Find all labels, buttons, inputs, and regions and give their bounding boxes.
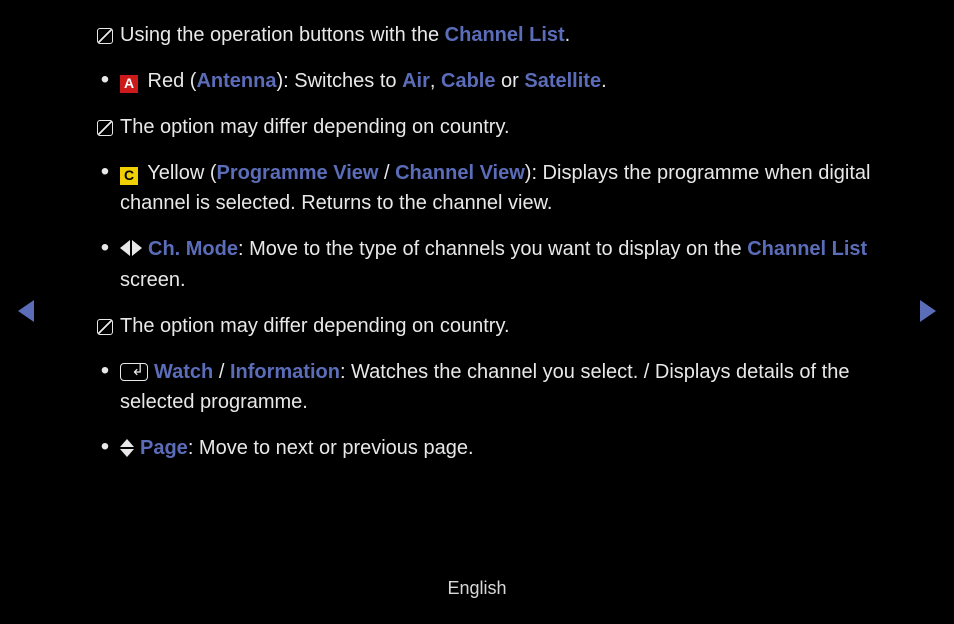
text: ): Switches to <box>276 70 402 92</box>
text: or <box>495 70 524 92</box>
text: : Move to next or previous page. <box>188 437 474 459</box>
highlight-term: Air <box>402 70 430 92</box>
help-line-text: Ch. Mode: Move to the type of channels y… <box>120 234 894 295</box>
help-line-text: C Yellow (Programme View / Channel View)… <box>120 158 894 218</box>
help-content: Using the operation buttons with the Cha… <box>0 0 954 463</box>
up-down-arrow-icon <box>120 439 134 457</box>
text: screen. <box>120 269 186 291</box>
highlight-term: Page <box>140 437 188 459</box>
bullet-icon <box>90 158 120 218</box>
help-line-text: Page: Move to next or previous page. <box>120 433 894 463</box>
yellow-button-icon: C <box>120 167 138 185</box>
help-line-text: Watch / Information: Watches the channel… <box>120 357 894 417</box>
help-line-text: Using the operation buttons with the Cha… <box>120 20 894 50</box>
note-icon <box>97 319 113 335</box>
nav-prev-button[interactable] <box>18 300 34 322</box>
nav-next-button[interactable] <box>920 300 936 322</box>
help-line: Page: Move to next or previous page. <box>90 433 894 463</box>
highlight-term: Channel List <box>445 24 565 46</box>
highlight-term: Satellite <box>524 70 601 92</box>
text: Yellow ( <box>142 162 217 184</box>
text: The option may differ depending on count… <box>120 116 510 138</box>
text: , <box>430 70 441 92</box>
help-line: C Yellow (Programme View / Channel View)… <box>90 158 894 218</box>
text: Red ( <box>142 70 196 92</box>
help-line: The option may differ depending on count… <box>90 112 894 142</box>
help-line: Ch. Mode: Move to the type of channels y… <box>90 234 894 295</box>
help-line: Watch / Information: Watches the channel… <box>90 357 894 417</box>
highlight-term: Watch <box>154 361 213 383</box>
help-line: A Red (Antenna): Switches to Air, Cable … <box>90 66 894 96</box>
highlight-term: Antenna <box>196 70 276 92</box>
bullet-icon <box>90 66 120 96</box>
left-right-arrow-icon <box>120 235 142 265</box>
bullet-icon <box>90 357 120 417</box>
enter-icon <box>120 363 148 381</box>
highlight-term: Programme View <box>217 162 379 184</box>
highlight-term: Channel List <box>747 238 867 260</box>
text: . <box>601 70 607 92</box>
text: Using the operation buttons with the <box>120 24 445 46</box>
text: . <box>565 24 571 46</box>
text: The option may differ depending on count… <box>120 315 510 337</box>
highlight-term: Cable <box>441 70 495 92</box>
bullet-icon <box>90 234 120 295</box>
help-line-text: The option may differ depending on count… <box>120 112 894 142</box>
help-line: Using the operation buttons with the Cha… <box>90 20 894 50</box>
highlight-term: Information <box>230 361 340 383</box>
text: / <box>378 162 395 184</box>
red-button-icon: A <box>120 75 138 93</box>
help-line-text: A Red (Antenna): Switches to Air, Cable … <box>120 66 894 96</box>
highlight-term: Channel View <box>395 162 525 184</box>
help-line: The option may differ depending on count… <box>90 311 894 341</box>
text: : Move to the type of channels you want … <box>238 238 747 260</box>
text: / <box>213 361 230 383</box>
bullet-icon <box>90 433 120 463</box>
highlight-term: Ch. Mode <box>148 238 238 260</box>
note-icon <box>97 120 113 136</box>
note-icon <box>97 28 113 44</box>
help-line-text: The option may differ depending on count… <box>120 311 894 341</box>
language-label: English <box>0 578 954 599</box>
